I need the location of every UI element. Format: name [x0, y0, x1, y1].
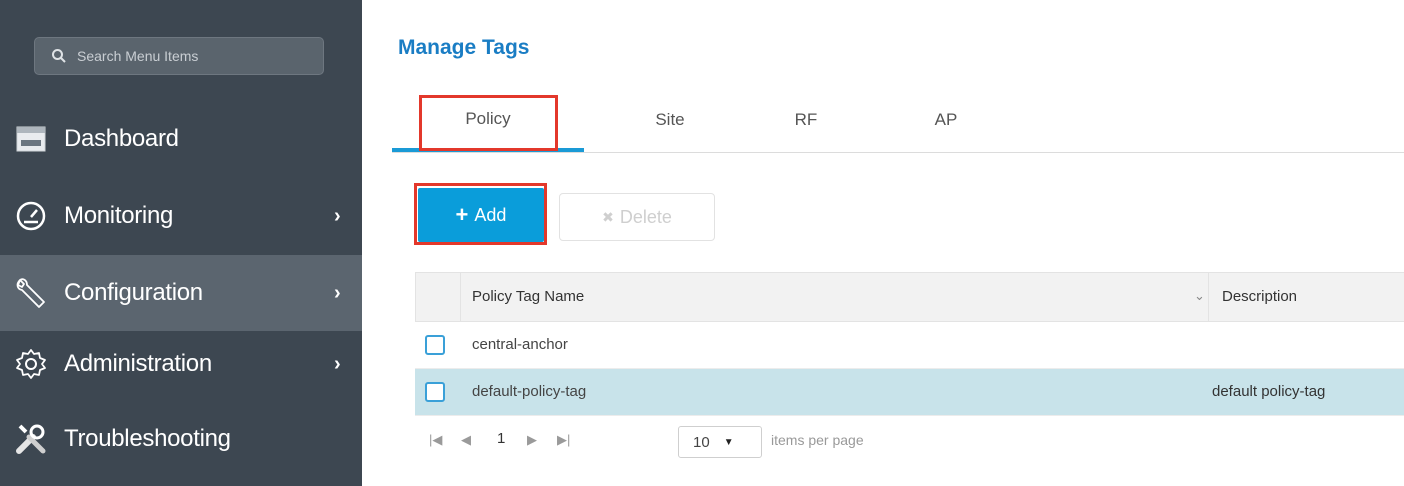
wrench-icon [14, 276, 48, 310]
sidebar-item-dashboard[interactable]: Dashboard [0, 101, 362, 177]
next-page-icon[interactable]: ▶ [527, 432, 537, 448]
sidebar-item-troubleshooting[interactable]: Troubleshooting [0, 401, 362, 477]
cell-description: default policy-tag [1212, 383, 1326, 400]
sidebar-item-label: Configuration [64, 279, 203, 306]
chevron-right-icon: › [334, 281, 341, 304]
sidebar-item-label: Troubleshooting [64, 425, 231, 452]
cell-policy-tag-name[interactable]: default-policy-tag [472, 383, 586, 400]
delete-button[interactable]: ✖ Delete [559, 193, 715, 241]
cell-policy-tag-name[interactable]: central-anchor [472, 336, 568, 353]
close-icon: ✖ [602, 208, 614, 225]
tab-label: Site [655, 110, 685, 129]
chevron-right-icon: › [334, 352, 341, 375]
highlight-box-add-button [414, 183, 547, 245]
gear-icon [14, 347, 48, 381]
search-menu-input[interactable]: Search Menu Items [34, 37, 324, 75]
delete-button-label: Delete [619, 206, 672, 227]
sidebar-item-monitoring[interactable]: Monitoring › [0, 178, 362, 254]
main-content: Manage Tags Policy Site RF AP + Add ✖ De… [362, 0, 1404, 486]
sidebar-item-label: Dashboard [64, 125, 179, 152]
search-icon [52, 49, 66, 63]
table-row[interactable]: default-policy-tag default policy-tag [415, 369, 1404, 416]
select-all-cell[interactable] [416, 273, 461, 321]
tab-label: AP [934, 110, 958, 129]
sidebar: Search Menu Items Dashboard Monitoring › [0, 0, 362, 486]
current-page[interactable]: 1 [497, 430, 505, 447]
table-header: Policy Tag Name ⌄ Description [415, 272, 1404, 322]
dashboard-icon [14, 122, 48, 156]
search-placeholder: Search Menu Items [77, 48, 199, 64]
pagination: |◀ ◀ 1 ▶ ▶| 10 ▼ items per page [415, 416, 1404, 466]
column-divider[interactable] [1208, 273, 1209, 321]
row-checkbox[interactable] [425, 382, 445, 402]
page-title: Manage Tags [398, 36, 530, 59]
sort-chevron-icon[interactable]: ⌄ [1194, 288, 1205, 304]
tab-ap[interactable]: AP [906, 90, 986, 150]
tab-label: RF [794, 110, 818, 129]
items-per-page-select[interactable]: 10 ▼ [678, 426, 762, 458]
row-checkbox[interactable] [425, 335, 445, 355]
sidebar-item-administration[interactable]: Administration › [0, 326, 362, 402]
monitoring-gauge-icon [14, 199, 48, 233]
chevron-right-icon: › [334, 204, 341, 227]
caret-down-icon: ▼ [723, 436, 734, 448]
sidebar-item-configuration[interactable]: Configuration › [0, 255, 362, 331]
highlight-box-policy-tab [419, 95, 558, 151]
column-header-description[interactable]: Description [1222, 288, 1297, 305]
per-page-value: 10 [693, 433, 710, 451]
sidebar-item-label: Administration [64, 350, 212, 377]
tab-site[interactable]: Site [625, 90, 715, 150]
last-page-icon[interactable]: ▶| [557, 432, 570, 448]
column-header-name[interactable]: Policy Tag Name [472, 288, 584, 305]
sidebar-item-label: Monitoring [64, 202, 174, 229]
first-page-icon[interactable]: |◀ [429, 432, 442, 448]
prev-page-icon[interactable]: ◀ [461, 432, 471, 448]
policy-tags-table: Policy Tag Name ⌄ Description central-an… [415, 272, 1404, 466]
tab-rf[interactable]: RF [766, 90, 846, 150]
table-row[interactable]: central-anchor [415, 322, 1404, 369]
per-page-label: items per page [771, 432, 864, 448]
tools-icon [14, 422, 48, 456]
